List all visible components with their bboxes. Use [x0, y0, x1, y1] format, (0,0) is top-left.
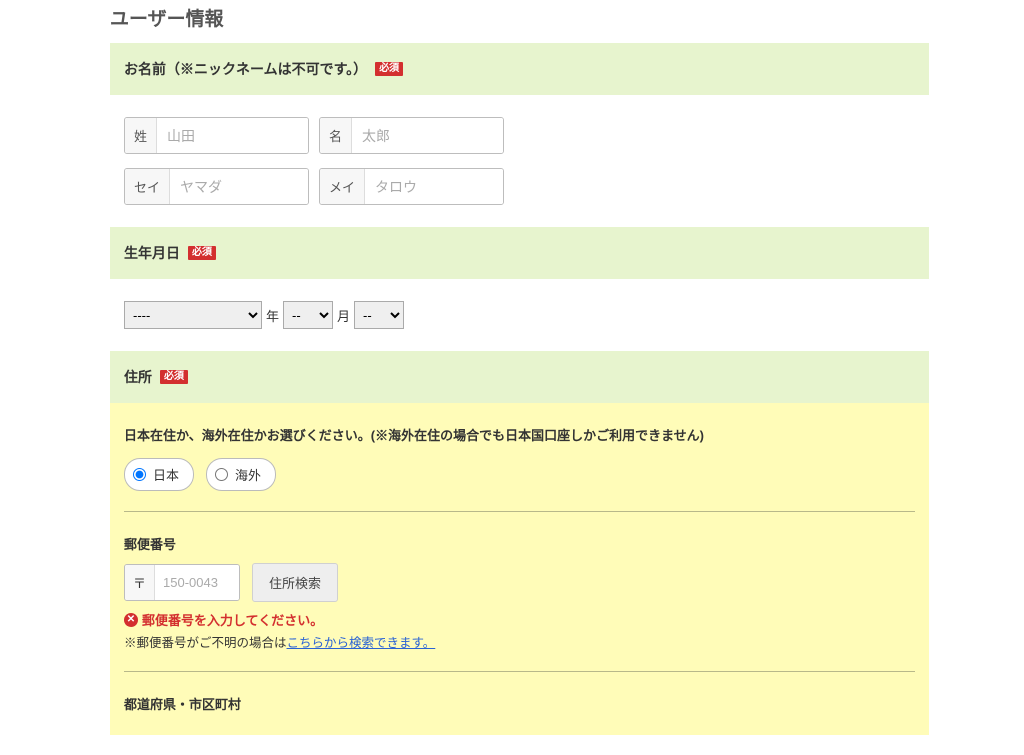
first-name-kana-field: メイ: [319, 168, 504, 205]
residence-overseas-radio[interactable]: [215, 468, 228, 481]
pref-city-label: 都道府県・市区町村: [124, 694, 915, 713]
birth-month-select[interactable]: --: [283, 301, 333, 329]
page-title: ユーザー情報: [110, 4, 929, 31]
residence-radio-group: 日本 海外: [124, 458, 915, 491]
last-name-input[interactable]: [157, 118, 308, 153]
birth-day-select[interactable]: --: [354, 301, 404, 329]
postal-lookup-link[interactable]: こちらから検索できます。: [287, 636, 436, 650]
first-name-label: 名: [320, 118, 352, 153]
birth-section-header: 生年月日 必須: [110, 227, 929, 279]
birth-header-text: 生年月日: [124, 243, 180, 263]
first-name-input[interactable]: [352, 118, 503, 153]
divider: [124, 511, 915, 512]
birth-year-select[interactable]: ----: [124, 301, 262, 329]
first-name-kana-label: メイ: [320, 169, 365, 204]
address-search-button[interactable]: 住所検索: [252, 563, 338, 602]
residence-overseas-label: 海外: [235, 465, 261, 484]
name-section-header: お名前（※ニックネームは不可です。） 必須: [110, 43, 929, 95]
required-badge: 必須: [188, 246, 216, 260]
last-name-field: 姓: [124, 117, 309, 154]
error-icon: ✕: [124, 613, 138, 627]
postal-label: 郵便番号: [124, 534, 915, 553]
postal-note-prefix: ※郵便番号がご不明の場合は: [124, 636, 287, 650]
last-name-kana-field: セイ: [124, 168, 309, 205]
required-badge: 必須: [375, 62, 403, 76]
address-section-body: 日本在住か、海外在住かお選びください。(※海外在住の場合でも日本国口座しかご利用…: [110, 403, 929, 735]
name-section-body: 姓 名 セイ メイ: [110, 95, 929, 227]
address-header-text: 住所: [124, 367, 152, 387]
residence-japan-radio[interactable]: [133, 468, 146, 481]
postal-note: ※郵便番号がご不明の場合はこちらから検索できます。: [124, 632, 915, 651]
postal-prefix: 〒: [125, 565, 155, 600]
divider: [124, 671, 915, 672]
residence-instruction: 日本在住か、海外在住かお選びください。(※海外在住の場合でも日本国口座しかご利用…: [124, 425, 915, 444]
last-name-kana-input[interactable]: [170, 169, 308, 204]
first-name-field: 名: [319, 117, 504, 154]
address-section-header: 住所 必須: [110, 351, 929, 403]
last-name-kana-label: セイ: [125, 169, 170, 204]
first-name-kana-input[interactable]: [365, 169, 503, 204]
residence-japan-option[interactable]: 日本: [124, 458, 194, 491]
name-header-text: お名前（※ニックネームは不可です。）: [124, 59, 367, 79]
month-unit: 月: [337, 306, 350, 325]
last-name-label: 姓: [125, 118, 157, 153]
required-badge: 必須: [160, 370, 188, 384]
residence-japan-label: 日本: [153, 465, 179, 484]
postal-field: 〒: [124, 564, 240, 601]
birth-section-body: ---- 年 -- 月 --: [110, 279, 929, 351]
postal-error: ✕ 郵便番号を入力してください。: [124, 610, 915, 629]
postal-error-text: 郵便番号を入力してください。: [142, 610, 323, 629]
year-unit: 年: [266, 306, 279, 325]
postal-input[interactable]: [155, 565, 239, 600]
residence-overseas-option[interactable]: 海外: [206, 458, 276, 491]
